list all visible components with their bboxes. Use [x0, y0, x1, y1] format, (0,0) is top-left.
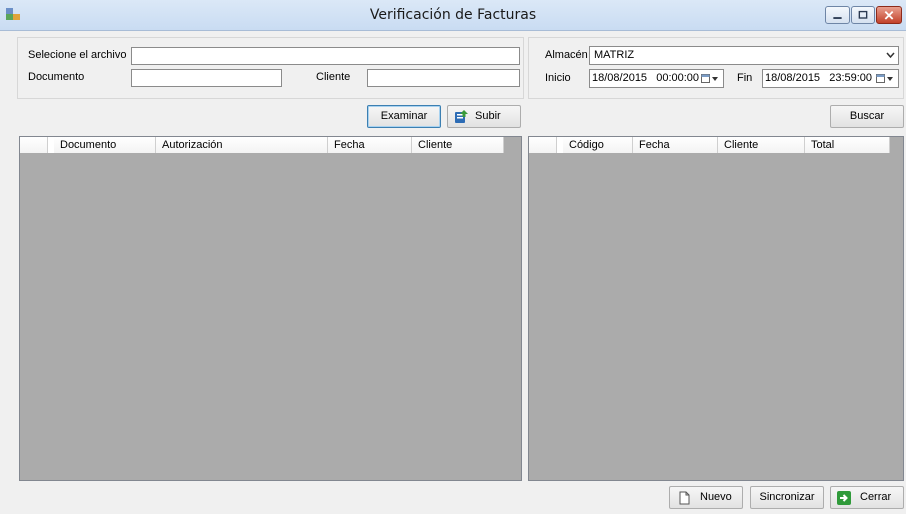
column-header-fecha[interactable]: Fecha: [633, 137, 718, 153]
client-input[interactable]: [367, 69, 520, 87]
minimize-icon: [833, 17, 842, 19]
warehouse-value: MATRIZ: [594, 49, 635, 61]
window-title: Verificación de Facturas: [369, 7, 537, 23]
close-button[interactable]: Cerrar: [830, 486, 904, 509]
invoice-file-grid[interactable]: Documento Autorización Fecha Cliente: [19, 136, 522, 481]
upload-button-label: Subir: [475, 110, 501, 122]
start-datetime-picker[interactable]: 18/08/2015 00:00:00: [589, 69, 724, 88]
document-label: Documento: [28, 71, 85, 83]
row-header-corner: [529, 137, 557, 153]
search-button-label: Buscar: [849, 110, 885, 122]
calendar-dropdown-icon[interactable]: [701, 73, 719, 85]
browse-button-label: Examinar: [380, 110, 428, 122]
new-button[interactable]: Nuevo: [669, 486, 743, 509]
start-datetime-value: 18/08/2015 00:00:00: [592, 72, 700, 84]
sync-button[interactable]: Sincronizar: [750, 486, 824, 509]
close-button-label: Cerrar: [860, 491, 892, 503]
close-window-button[interactable]: [876, 6, 902, 24]
start-label: Inicio: [545, 72, 571, 84]
warehouse-select[interactable]: MATRIZ: [589, 46, 899, 65]
grid-header: Código Fecha Cliente Total: [529, 137, 890, 153]
column-header-cliente[interactable]: Cliente: [718, 137, 805, 153]
exit-icon: [837, 491, 851, 505]
sync-button-label: Sincronizar: [759, 491, 815, 503]
end-label: Fin: [737, 72, 753, 84]
browse-button[interactable]: Examinar: [367, 105, 441, 128]
grid-header: Documento Autorización Fecha Cliente: [20, 137, 504, 153]
close-icon: [884, 10, 894, 20]
search-group: Almacén MATRIZ Inicio 18/08/2015 00:00:0…: [528, 37, 904, 99]
maximize-button[interactable]: [851, 6, 875, 24]
document-input[interactable]: [131, 69, 282, 87]
end-datetime-picker[interactable]: 18/08/2015 23:59:00: [762, 69, 899, 88]
file-path-input[interactable]: [131, 47, 520, 65]
maximize-icon: [858, 10, 868, 19]
warehouse-label: Almacén: [545, 49, 588, 61]
column-header-autorizacion[interactable]: Autorización: [156, 137, 328, 153]
column-header-fecha[interactable]: Fecha: [328, 137, 412, 153]
new-document-icon: [679, 491, 690, 505]
row-header-corner: [20, 137, 48, 153]
title-bar[interactable]: Verificación de Facturas: [0, 0, 906, 31]
upload-group: Selecione el archivo Documento Cliente: [17, 37, 524, 99]
search-button[interactable]: Buscar: [830, 105, 904, 128]
upload-icon: [455, 110, 468, 123]
upload-button[interactable]: Subir: [447, 105, 521, 128]
minimize-button[interactable]: [825, 6, 850, 24]
end-datetime-value: 18/08/2015 23:59:00: [765, 72, 873, 84]
file-label: Selecione el archivo: [28, 49, 127, 61]
column-header-cliente[interactable]: Cliente: [412, 137, 504, 153]
invoice-records-grid[interactable]: Código Fecha Cliente Total: [528, 136, 904, 481]
calendar-dropdown-icon[interactable]: [876, 73, 894, 85]
column-header-codigo[interactable]: Código: [563, 137, 633, 153]
new-button-label: Nuevo: [700, 491, 732, 503]
column-header-total[interactable]: Total: [805, 137, 890, 153]
chevron-down-icon: [886, 52, 895, 59]
client-label: Cliente: [316, 71, 351, 83]
column-header-documento[interactable]: Documento: [54, 137, 156, 153]
